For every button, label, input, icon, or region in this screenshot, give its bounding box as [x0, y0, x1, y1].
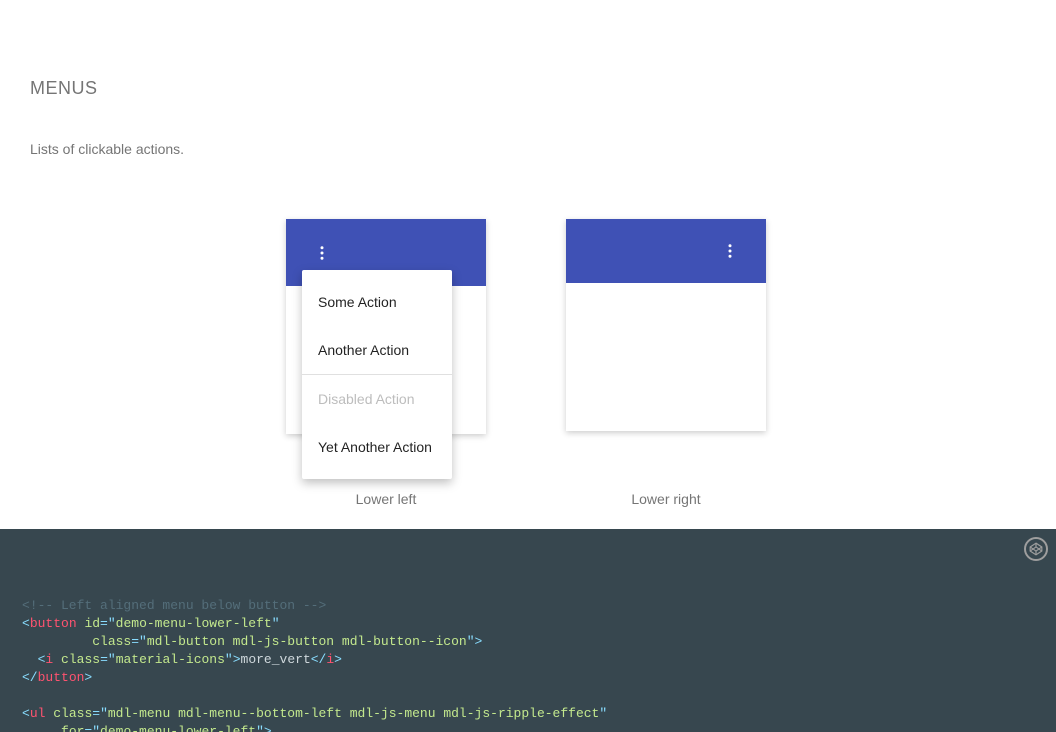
page-subtitle: Lists of clickable actions. — [0, 99, 1056, 157]
demo-area: Some Action Another Action Disabled Acti… — [0, 219, 1056, 529]
menu-item-some-action[interactable]: Some Action — [302, 278, 452, 326]
menu-lower-left: Some Action Another Action Disabled Acti… — [302, 270, 452, 479]
caption-lower-right: Lower right — [566, 491, 766, 507]
more-vert-button-right[interactable] — [714, 235, 746, 267]
code-snippet: <!-- Left aligned menu below button --> … — [0, 529, 1056, 732]
more-vert-button-left[interactable] — [306, 237, 338, 269]
more-vert-icon — [721, 242, 739, 260]
caption-lower-left: Lower left — [286, 491, 486, 507]
menu-item-another-action[interactable]: Another Action — [302, 326, 452, 374]
page-title: MENUS — [30, 78, 1026, 99]
card-toolbar — [566, 219, 766, 283]
menu-item-disabled-action: Disabled Action — [302, 375, 452, 423]
menu-item-yet-another-action[interactable]: Yet Another Action — [302, 423, 452, 471]
more-vert-icon — [313, 244, 331, 262]
codepen-icon[interactable] — [1024, 537, 1048, 561]
demo-card-lower-right — [566, 219, 766, 431]
